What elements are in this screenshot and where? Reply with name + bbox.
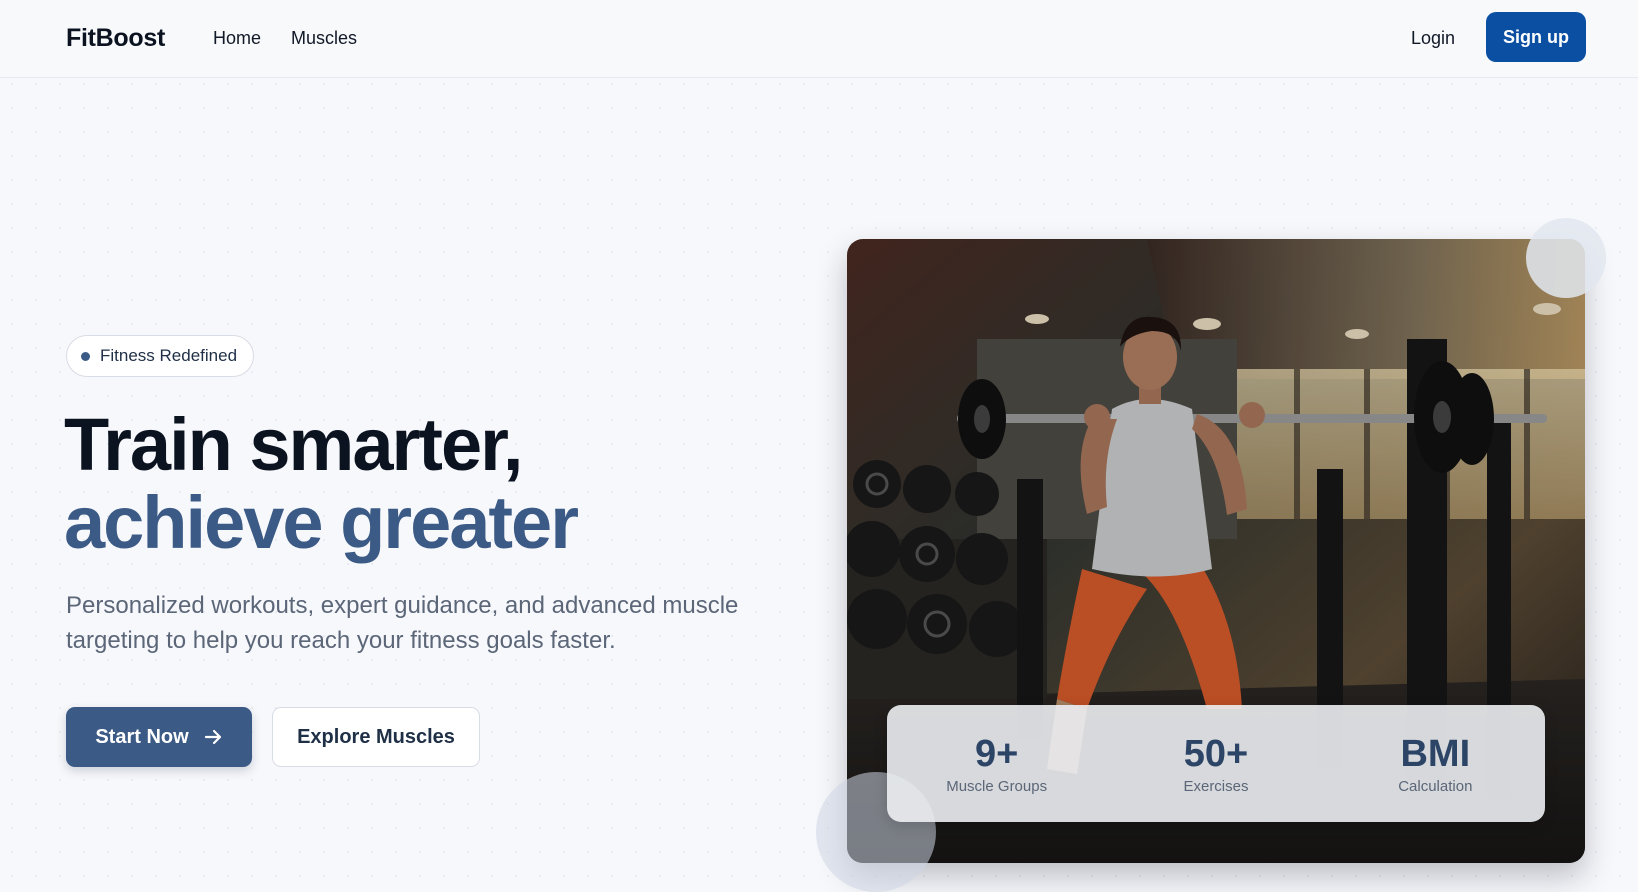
explore-muscles-button[interactable]: Explore Muscles [272,707,480,767]
nav-link-home[interactable]: Home [213,28,261,49]
stat-label: Exercises [1183,777,1249,795]
start-now-button[interactable]: Start Now [66,707,252,767]
stats-panel: 9+ Muscle Groups 50+ Exercises BMI Calcu… [887,705,1545,822]
headline-line-1: Train smarter, [64,403,523,486]
stat-label: Calculation [1398,777,1473,795]
stat-label: Muscle Groups [946,777,1048,795]
hero-badge: Fitness Redefined [66,335,255,377]
stat-bmi: BMI Calculation [1335,733,1535,795]
stat-value: 9+ [974,732,1019,775]
navbar: FitBoost Home Muscles Login Sign up [0,0,1638,78]
brand-logo[interactable]: FitBoost [66,24,165,53]
login-link[interactable]: Login [1411,28,1455,49]
stat-value: BMI [1400,732,1471,775]
nav-link-muscles[interactable]: Muscles [291,28,357,49]
badge-dot-icon [81,351,90,361]
stat-muscle-groups: 9+ Muscle Groups [897,733,1097,795]
hero-subtext: Personalized workouts, expert guidance, … [66,592,739,654]
start-now-label: Start Now [95,725,189,748]
decorative-circle-top [1526,218,1606,298]
badge-label: Fitness Redefined [100,346,238,365]
stat-value: 50+ [1183,732,1249,775]
headline-line-2: achieve greater [64,481,579,564]
stat-exercises: 50+ Exercises [1116,733,1316,795]
signup-button[interactable]: Sign up [1486,12,1586,62]
arrow-right-icon [204,729,221,745]
hero-headline: Train smarter, achieve greater [64,403,579,564]
